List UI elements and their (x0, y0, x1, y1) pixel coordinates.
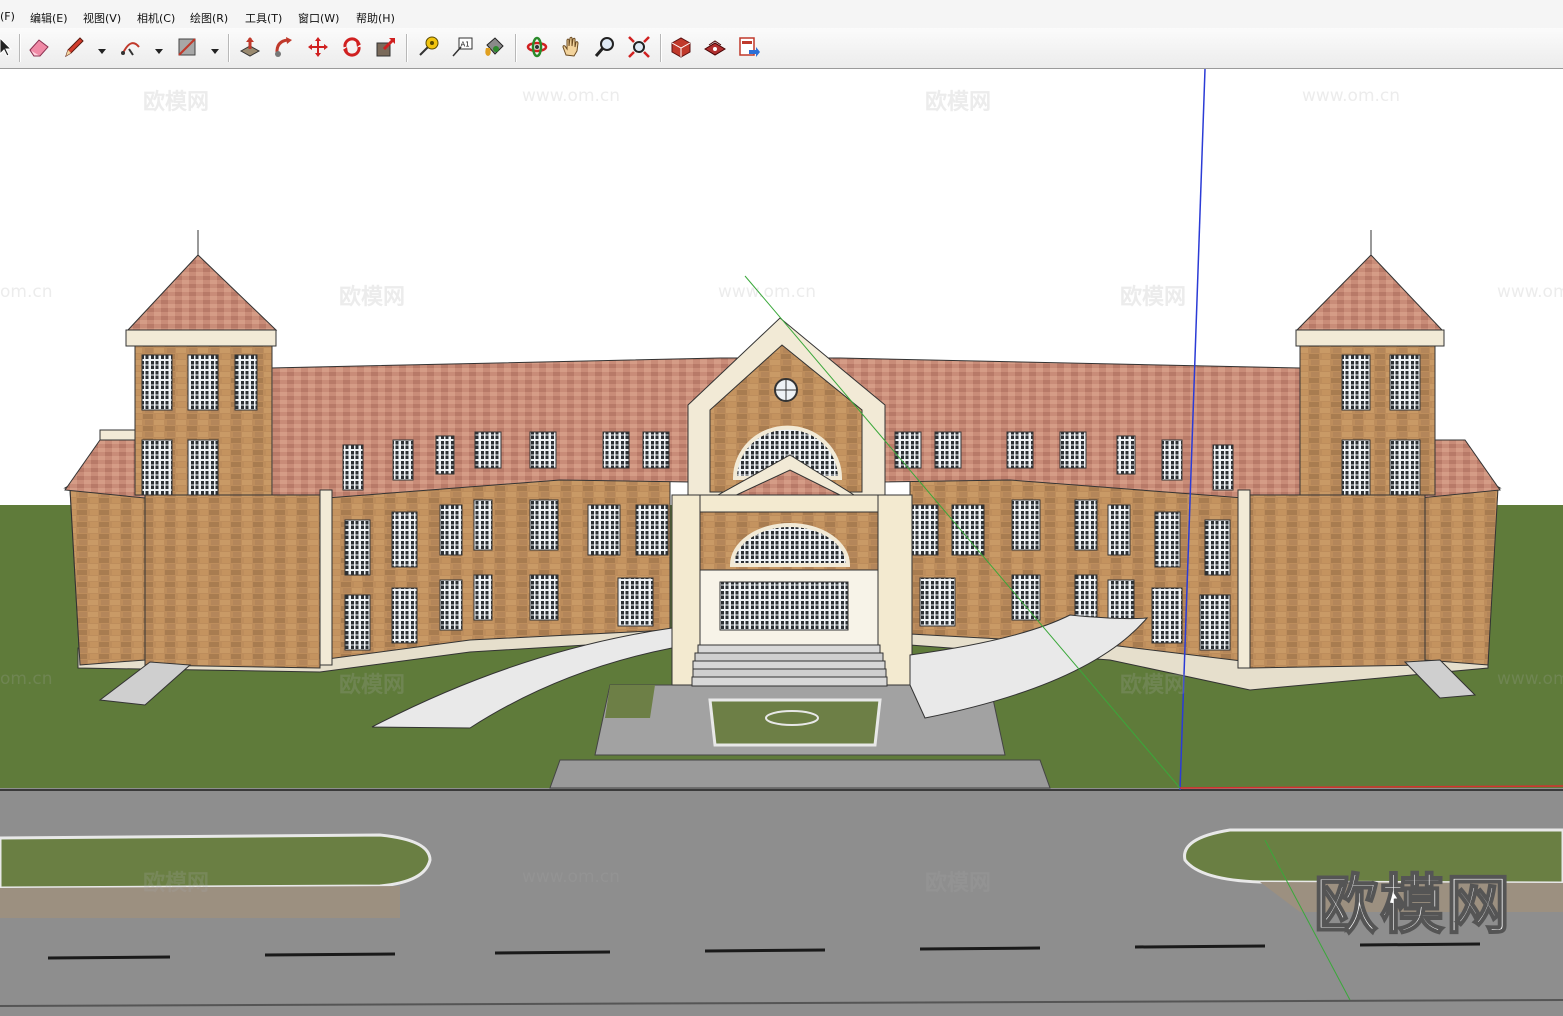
tape-measure-icon[interactable] (414, 32, 442, 62)
menu-draw[interactable]: 绘图(R) (190, 10, 228, 26)
select-icon[interactable] (0, 32, 20, 62)
zoom-icon[interactable] (591, 32, 619, 62)
watermark-url: om.cn (0, 669, 53, 689)
menu-file[interactable]: (F) (0, 10, 15, 23)
text-tool-label: A1 (461, 41, 470, 49)
watermark-url: www.om.cn (522, 86, 621, 106)
move-icon[interactable] (304, 32, 332, 62)
watermark: 欧模网 (339, 285, 406, 310)
watermark: 欧模网 (925, 90, 992, 115)
send-to-layout-icon[interactable] (735, 32, 763, 62)
main-toolbar: A1 (0, 28, 1563, 69)
share-model-icon[interactable] (701, 32, 729, 62)
orbit-icon[interactable] (523, 32, 551, 62)
watermark: 欧模网 (1120, 285, 1187, 310)
zoom-extents-icon[interactable] (625, 32, 653, 62)
modeling-viewport[interactable]: 欧模网 www.om.cn 欧模网 www.om.cn om.cn 欧模网 ww… (0, 69, 1563, 1016)
chevron-down-icon[interactable] (96, 42, 108, 54)
chevron-down-icon[interactable] (209, 42, 221, 54)
get-models-icon[interactable] (667, 32, 695, 62)
menu-window[interactable]: 窗口(W) (298, 10, 339, 26)
watermark-url: www.om.cn (1302, 86, 1401, 106)
menu-view[interactable]: 视图(V) (83, 10, 121, 26)
menu-camera[interactable]: 相机(C) (137, 10, 175, 26)
watermark: 欧模网 (143, 871, 210, 896)
median-left (0, 833, 432, 890)
scale-icon[interactable] (372, 32, 400, 62)
watermark: 欧模网 (339, 673, 406, 698)
rectangle-icon[interactable] (173, 32, 201, 62)
toolbar-separator (515, 34, 517, 62)
watermark-url: om.cn (0, 282, 53, 302)
menu-help[interactable]: 帮助(H) (356, 10, 395, 26)
watermark-url: www.om.cn (718, 282, 817, 302)
paint-bucket-icon[interactable] (480, 32, 508, 62)
follow-me-icon[interactable] (270, 32, 298, 62)
chevron-down-icon[interactable] (153, 42, 165, 54)
watermark-url: www.om.cn (1497, 669, 1563, 689)
toolbar-separator (406, 34, 408, 62)
brand-watermark: 欧模网 (1313, 868, 1512, 944)
watermark: 欧模网 (925, 871, 992, 896)
arc-icon[interactable] (117, 32, 145, 62)
eraser-icon[interactable] (25, 32, 53, 62)
toolbar-separator (19, 34, 21, 62)
menu-edit[interactable]: 编辑(E) (30, 10, 68, 26)
toolbar-separator (228, 34, 230, 62)
menu-tools[interactable]: 工具(T) (245, 10, 282, 26)
watermark-url: www.om.cn (1497, 282, 1563, 302)
push-pull-icon[interactable] (236, 32, 264, 62)
text-icon[interactable]: A1 (448, 32, 476, 62)
watermark: 欧模网 (1120, 673, 1187, 698)
watermark-url: www.om.cn (522, 867, 621, 887)
pan-icon[interactable] (557, 32, 585, 62)
menu-bar: (F) 编辑(E) 视图(V) 相机(C) 绘图(R) 工具(T) 窗口(W) … (0, 0, 1563, 28)
rotate-icon[interactable] (338, 32, 366, 62)
pencil-icon[interactable] (60, 32, 88, 62)
toolbar-separator (660, 34, 662, 62)
watermark: 欧模网 (143, 90, 210, 115)
